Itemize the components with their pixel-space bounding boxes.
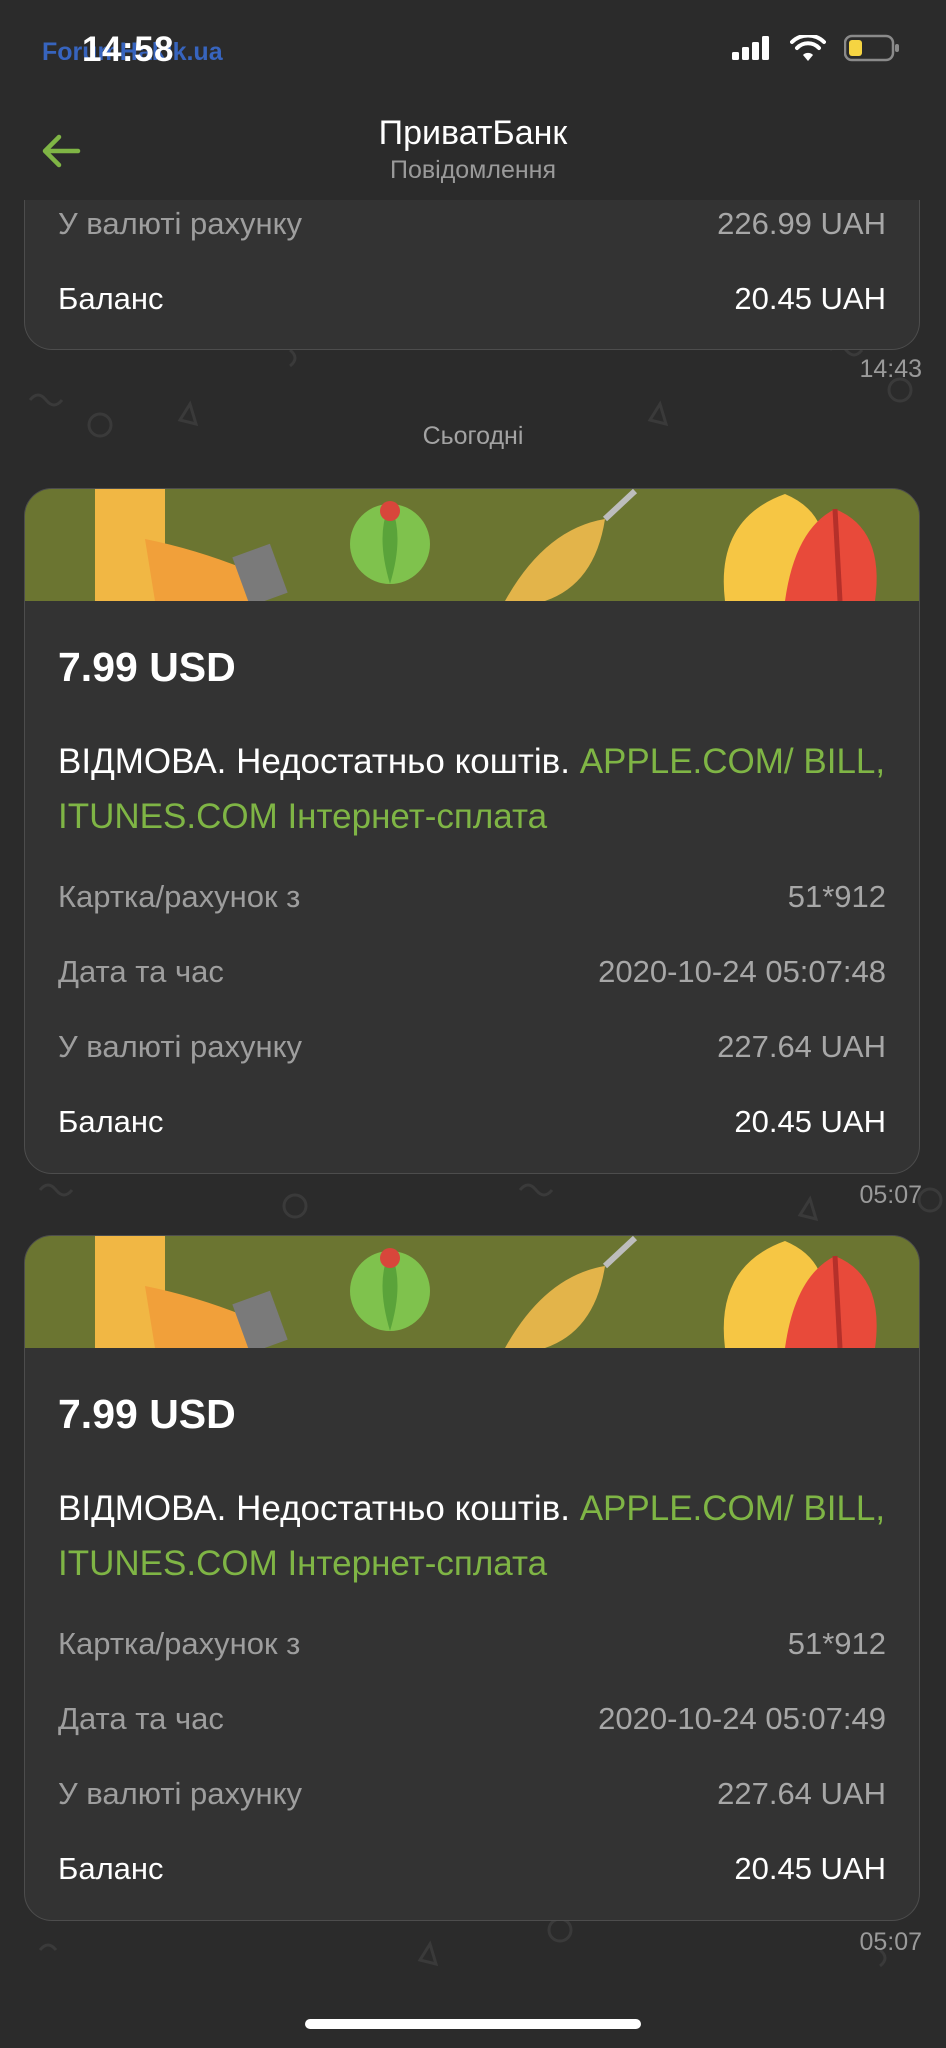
message-card[interactable]: 7.99 USD ВІДМОВА. Недостатньо коштів. AP… <box>24 488 920 1174</box>
status-icons <box>732 34 900 62</box>
row-value: 2020-10-24 05:07:48 <box>598 954 886 989</box>
message-feed[interactable]: У валюті рахунку 226.99 UAH Баланс 20.45… <box>0 200 946 2040</box>
message-time: 14:43 <box>859 355 922 383</box>
detail-row: Картка/рахунок з 51*912 <box>58 879 886 915</box>
detail-row: Картка/рахунок з 51*912 <box>58 1626 886 1662</box>
status-text: ВІДМОВА. Недостатньо коштів. <box>58 1489 580 1528</box>
autumn-banner-image <box>25 1236 919 1348</box>
row-label: Картка/рахунок з <box>58 879 301 914</box>
row-value: 2020-10-24 05:07:49 <box>598 1701 886 1736</box>
row-value: 51*912 <box>787 1626 886 1661</box>
message-text: ВІДМОВА. Недостатньо коштів. APPLE.COM/ … <box>58 1481 886 1591</box>
battery-icon <box>844 34 899 62</box>
status-time: 14:58 <box>82 30 175 69</box>
date-separator: Сьогодні <box>422 422 524 450</box>
detail-row: Дата та час 2020-10-24 05:07:49 <box>58 1701 886 1737</box>
balance-row: Баланс 20.45 UAH <box>58 1851 886 1887</box>
wifi-icon <box>790 35 826 61</box>
balance-row: Баланс 20.45 UAH <box>58 1104 886 1140</box>
detail-row: У валюті рахунку 227.64 UAH <box>58 1029 886 1065</box>
message-card[interactable]: 7.99 USD ВІДМОВА. Недостатньо коштів. AP… <box>24 1235 920 1921</box>
row-label: Дата та час <box>58 954 224 989</box>
header-subtitle: Повідомлення <box>389 156 557 184</box>
row-value: 20.45 UAH <box>734 1104 886 1139</box>
row-value: 51*912 <box>787 879 886 914</box>
chat-header: ПриватБанк Повідомлення <box>0 100 946 200</box>
row-label: У валюті рахунку <box>58 1029 303 1064</box>
amount: 7.99 USD <box>58 1391 236 1437</box>
home-indicator[interactable] <box>305 2019 641 2029</box>
header-title[interactable]: ПриватБанк <box>0 114 946 153</box>
row-value: 227.64 UAH <box>717 1029 886 1064</box>
detail-row: Дата та час 2020-10-24 05:07:48 <box>58 954 886 990</box>
detail-row: У валюті рахунку 227.64 UAH <box>58 1776 886 1812</box>
autumn-banner-image <box>25 489 919 601</box>
row-value: 20.45 UAH <box>734 281 886 316</box>
signal-icon <box>732 36 769 60</box>
row-label: Баланс <box>58 281 164 316</box>
row-label: Баланс <box>58 1104 164 1139</box>
amount: 7.99 USD <box>58 644 236 690</box>
row-value: 20.45 UAH <box>734 1851 886 1886</box>
message-card-previous: У валюті рахунку 226.99 UAH Баланс 20.45… <box>24 200 920 350</box>
status-bar: ForumHakik.ua 14:58 <box>0 0 946 100</box>
row-label: У валюті рахунку <box>58 206 303 241</box>
message-time: 05:07 <box>859 1181 922 1209</box>
status-text: ВІДМОВА. Недостатньо коштів. <box>58 742 580 781</box>
detail-row: У валюті рахунку 226.99 UAH <box>58 206 886 242</box>
row-value: 226.99 UAH <box>717 206 886 241</box>
row-label: У валюті рахунку <box>58 1776 303 1811</box>
message-time: 05:07 <box>859 1928 922 1956</box>
row-label: Баланс <box>58 1851 164 1886</box>
row-label: Картка/рахунок з <box>58 1626 301 1661</box>
row-label: Дата та час <box>58 1701 224 1736</box>
row-value: 227.64 UAH <box>717 1776 886 1811</box>
balance-row: Баланс 20.45 UAH <box>58 281 886 317</box>
message-text: ВІДМОВА. Недостатньо коштів. APPLE.COM/ … <box>58 734 886 844</box>
